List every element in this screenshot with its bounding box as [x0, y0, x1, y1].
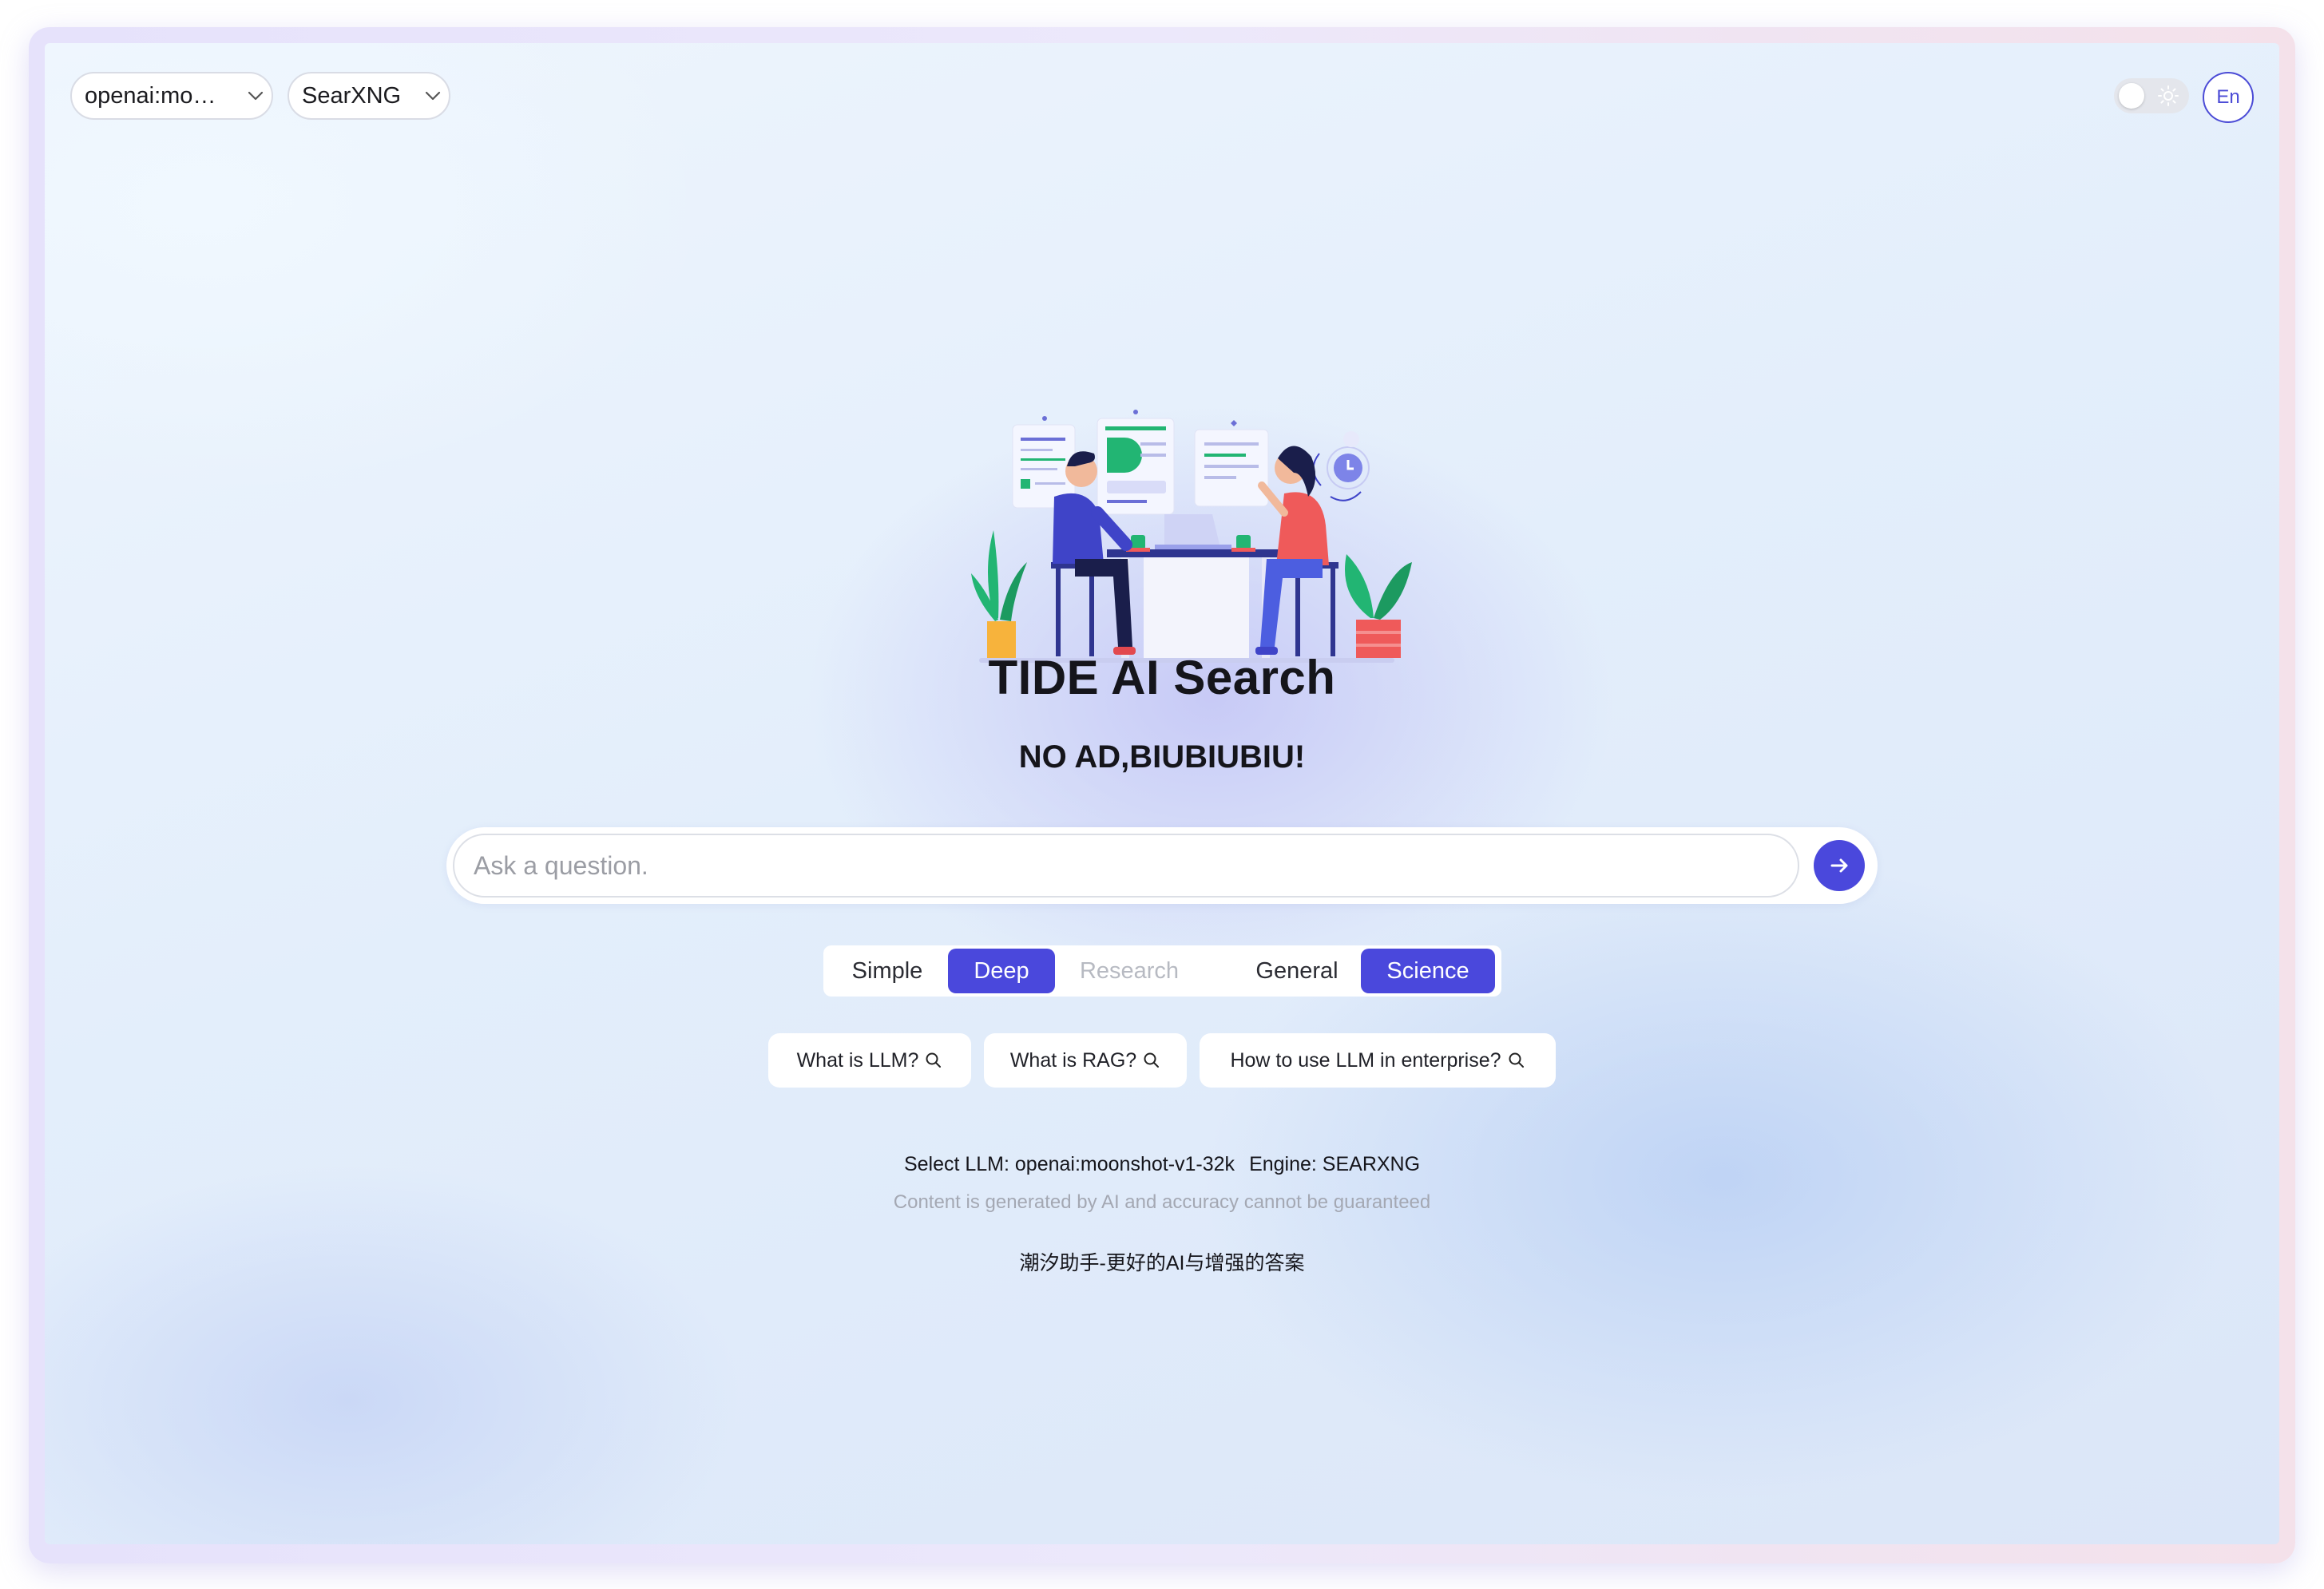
- mode-selector: Simple Deep Research: [823, 945, 1250, 997]
- team-meeting-illustration: [971, 410, 1412, 663]
- source-selector: General Science: [1230, 945, 1501, 997]
- mode-option-simple[interactable]: Simple: [827, 949, 948, 993]
- suggestion-label: What is LLM?: [796, 1048, 919, 1072]
- suggestion-chip[interactable]: How to use LLM in enterprise?: [1200, 1033, 1556, 1088]
- suggestion-chip[interactable]: What is RAG?: [984, 1033, 1187, 1088]
- engine-select[interactable]: SearXNG: [288, 72, 450, 120]
- page-title: TIDE AI Search: [988, 651, 1336, 704]
- llm-select[interactable]: openai:mo…: [70, 72, 273, 120]
- plant-left: [971, 530, 1027, 658]
- suggestion-chip[interactable]: What is LLM?: [768, 1033, 971, 1088]
- search-bar: [446, 827, 1878, 904]
- chevron-down-icon: [417, 91, 449, 101]
- theme-toggle[interactable]: [2114, 78, 2189, 113]
- document-board-center: [1097, 410, 1175, 515]
- source-option-general[interactable]: General: [1233, 949, 1361, 993]
- arrow-right-icon: [1830, 858, 1848, 873]
- mode-option-deep[interactable]: Deep: [948, 949, 1055, 993]
- search-icon: [926, 1052, 942, 1068]
- page-subtitle: NO AD,BIUBIUBIU!: [1018, 739, 1306, 775]
- model-engine-info: Select LLM: openai:moonshot-v1-32k Engine…: [45, 1153, 2279, 1176]
- send-button[interactable]: [1814, 840, 1865, 891]
- engine-select-value: SearXNG: [302, 82, 402, 109]
- plant-right: [1345, 554, 1412, 658]
- clock-icon: [1312, 431, 1370, 501]
- mode-option-research[interactable]: Research: [1055, 949, 1204, 993]
- source-option-science[interactable]: Science: [1361, 949, 1495, 993]
- document-board-right: [1194, 420, 1269, 507]
- search-input[interactable]: [453, 834, 1799, 898]
- app-window: openai:mo… SearXNG En TIDE AI Search NO …: [45, 43, 2279, 1544]
- ai-disclaimer: Content is generated by AI and accuracy …: [893, 1191, 1431, 1213]
- search-icon: [1509, 1052, 1524, 1068]
- suggestion-label: What is RAG?: [1009, 1048, 1137, 1072]
- slogan: 潮汐助手-更好的AI与增强的答案: [1019, 1252, 1305, 1274]
- llm-select-value: openai:mo…: [85, 82, 216, 109]
- suggestion-label: How to use LLM in enterprise?: [1230, 1048, 1501, 1072]
- language-button[interactable]: En: [2203, 72, 2254, 123]
- selected-llm-text: Select LLM: openai:moonshot-v1-32k: [903, 1153, 1235, 1175]
- sun-icon: [2157, 85, 2179, 111]
- search-icon: [1144, 1052, 1160, 1068]
- chevron-down-icon: [240, 91, 272, 101]
- engine-text: Engine: SEARXNG: [1249, 1153, 1421, 1175]
- toggle-knob: [2119, 83, 2144, 109]
